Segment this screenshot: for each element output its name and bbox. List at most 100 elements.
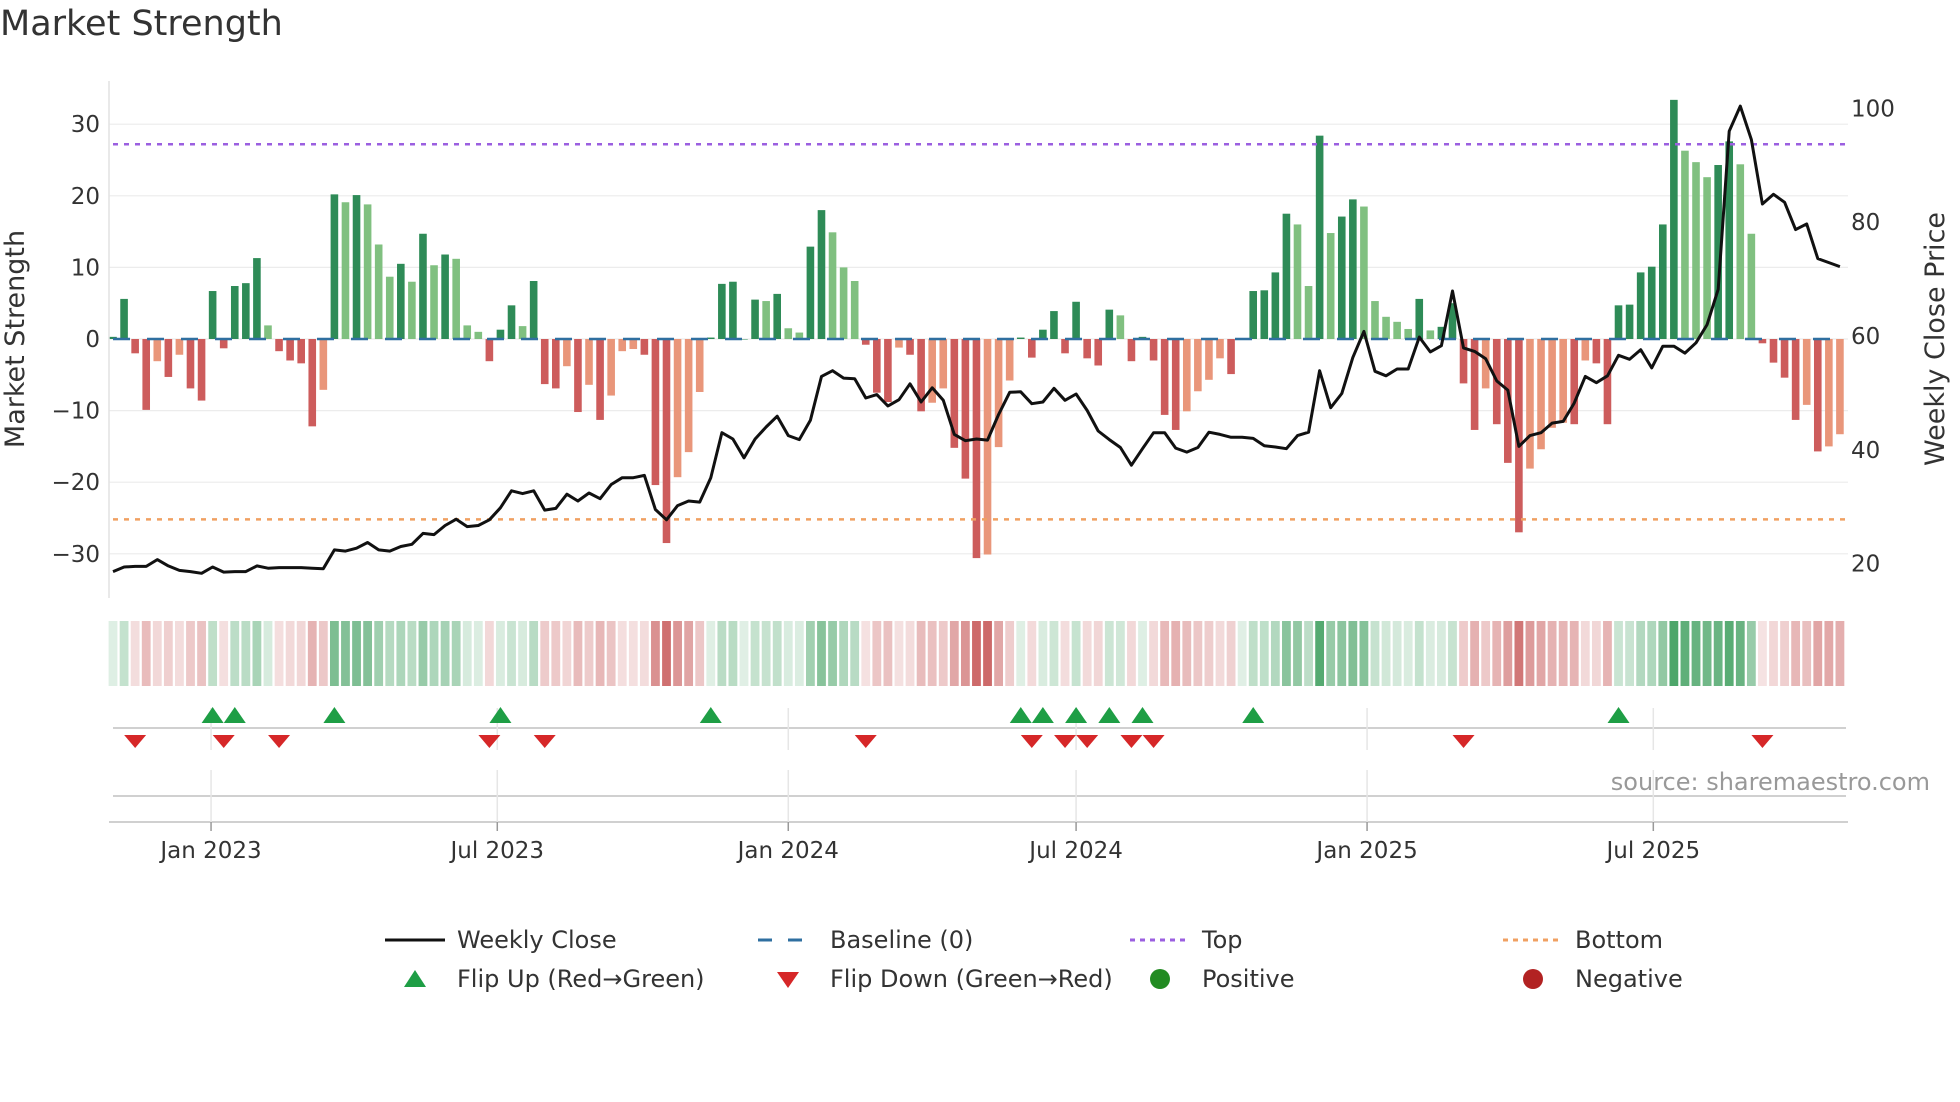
heatmap-cell [1791, 621, 1801, 686]
heatmap-cell [861, 621, 871, 686]
heatmap-cell [197, 621, 206, 686]
strength-bar [1061, 339, 1069, 354]
strength-bar [751, 299, 759, 339]
strength-bar [718, 283, 726, 339]
strength-bar [961, 339, 970, 479]
heatmap-cell [1580, 621, 1590, 686]
y-axis-label: Market Strength [0, 230, 31, 448]
heatmap-cell [1603, 621, 1612, 686]
strength-bar [341, 202, 350, 339]
heatmap-cell [296, 621, 306, 686]
heatmap-cell [385, 621, 395, 686]
circle-icon [1150, 969, 1170, 989]
strength-bar [1171, 339, 1180, 430]
heatmap-cell [1437, 621, 1446, 686]
heatmap-cell [1636, 621, 1646, 686]
heatmap-cell [1359, 621, 1369, 686]
strength-bar [142, 339, 151, 410]
heatmap-cell [1027, 621, 1037, 686]
heatmap-cell [418, 621, 428, 686]
flip-up-marker [1009, 707, 1032, 723]
circle-icon [1523, 969, 1543, 989]
flip-down-marker [1120, 735, 1143, 748]
heatmap-cell [927, 621, 937, 686]
strength-bar [1326, 233, 1335, 339]
strength-bar [651, 339, 660, 486]
heatmap-cell [695, 621, 705, 686]
strength-bar [374, 244, 383, 339]
strength-bar [1094, 339, 1103, 366]
heatmap-cell [739, 621, 749, 686]
legend-flip-down: Flip Down (Green→Red) [758, 964, 1113, 994]
heatmap-cell [1569, 621, 1579, 686]
strength-bar [729, 281, 737, 339]
heatmap-cell [208, 621, 218, 686]
heatmap-cell [1591, 621, 1601, 686]
strength-bar [419, 233, 427, 339]
heatmap-cell [352, 621, 361, 686]
y-tick-label: −20 [51, 470, 100, 496]
strength-bar [1426, 330, 1435, 339]
heatmap-cell [1115, 621, 1125, 686]
solid-line-icon [385, 938, 445, 942]
strength-bar [408, 281, 416, 339]
legend-baseline: Baseline (0) [758, 925, 973, 955]
heatmap-cell [1392, 621, 1402, 686]
y-tick-label: −10 [51, 399, 100, 425]
y2-tick-label: 40 [1851, 438, 1880, 464]
strength-bar [884, 339, 892, 403]
flip-down-marker [268, 735, 291, 748]
strength-bar [1802, 339, 1811, 405]
strength-bar [618, 339, 627, 352]
y-tick-label: −30 [51, 542, 100, 568]
heatmap-cell [1669, 621, 1679, 686]
flip-up-marker [223, 707, 246, 723]
heatmap-cell [1038, 621, 1048, 686]
strength-bar [873, 339, 881, 393]
heatmap-cell [1259, 621, 1269, 686]
heatmap-cell [584, 621, 594, 686]
heatmap-cell [1658, 621, 1668, 686]
strength-bar [441, 254, 449, 339]
strength-bar [563, 339, 571, 367]
strength-bar [1692, 162, 1700, 339]
heatmap-cell [507, 621, 516, 686]
heatmap-cell [462, 621, 472, 686]
strength-bar [828, 232, 837, 339]
x-tick-label: Jul 2025 [1605, 838, 1701, 864]
dashed-line-icon [758, 938, 818, 942]
legend-label: Bottom [1575, 926, 1664, 954]
heatmap-cell [1425, 621, 1435, 686]
heatmap-cell [175, 621, 184, 686]
strength-bar [1160, 339, 1169, 415]
x-tick-label: Jul 2023 [448, 838, 544, 864]
strength-bar [1371, 301, 1379, 339]
strength-bar [939, 339, 948, 389]
heatmap-cell [960, 621, 970, 686]
heatmap-cell [529, 621, 539, 686]
heatmap-cell [1835, 621, 1845, 686]
strength-bar [1216, 339, 1224, 359]
heatmap-cell [1780, 621, 1789, 686]
heatmap-cell [1138, 621, 1147, 686]
y-tick-label: 20 [71, 184, 100, 210]
triangle-up-icon [404, 970, 426, 987]
heatmap-cell [285, 621, 295, 686]
heatmap-cell [1082, 621, 1092, 686]
strength-bar [153, 339, 162, 362]
heatmap-cell [662, 621, 671, 686]
strength-bar [706, 337, 715, 339]
strength-bar [397, 263, 405, 339]
heatmap-cell [639, 621, 649, 686]
strength-bar [507, 305, 516, 339]
strength-bar [1813, 339, 1822, 452]
strength-bar [474, 331, 483, 339]
heatmap-cell [130, 621, 140, 686]
strength-bar [242, 283, 250, 339]
heatmap-cell [440, 621, 450, 686]
strength-bar [994, 339, 1003, 448]
strength-bar [1659, 224, 1667, 339]
heatmap-cell [1536, 621, 1546, 686]
heatmap-cell [1282, 621, 1291, 686]
heatmap-cell [274, 621, 284, 686]
